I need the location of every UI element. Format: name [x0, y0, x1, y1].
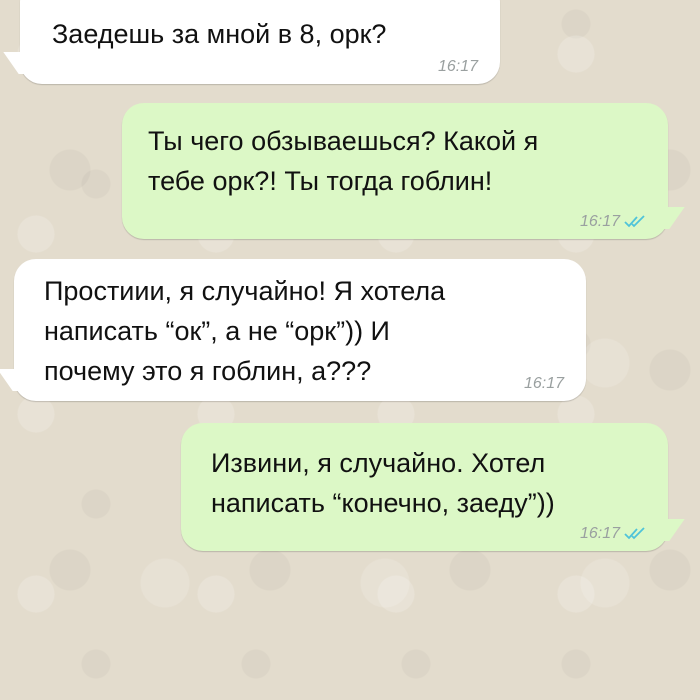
message-time: 16:17 [437, 58, 478, 75]
message-bubble-outgoing[interactable]: Извини, я случайно. Хотел написать “коне… [181, 423, 668, 551]
chat-view[interactable]: Заедешь за мной в 8, орк? 16:17 Ты чего … [0, 0, 700, 700]
message-bubble-outgoing[interactable]: Ты чего обзываешься? Какой я тебе орк?! … [122, 103, 668, 239]
message-text: Ты чего обзываешься? Какой я тебе орк?! … [148, 126, 539, 196]
message-text: Заедешь за мной в 8, орк? [52, 19, 387, 49]
message-meta: 16:17 [524, 375, 564, 393]
message-time: 16:17 [579, 213, 620, 230]
double-check-icon [624, 215, 646, 229]
message-meta: 16:17 [438, 58, 478, 76]
message-bubble-incoming[interactable]: Простиии, я случайно! Я хотела написать … [14, 259, 586, 401]
message-text: Простиии, я случайно! Я хотела написать … [44, 276, 446, 386]
message-time: 16:17 [579, 525, 620, 542]
double-check-icon [624, 527, 646, 541]
message-meta: 16:17 [580, 213, 646, 231]
message-time: 16:17 [523, 375, 564, 392]
message-meta: 16:17 [580, 525, 646, 543]
message-text: Извини, я случайно. Хотел написать “коне… [211, 448, 555, 518]
message-bubble-incoming[interactable]: Заедешь за мной в 8, орк? 16:17 [20, 0, 500, 84]
